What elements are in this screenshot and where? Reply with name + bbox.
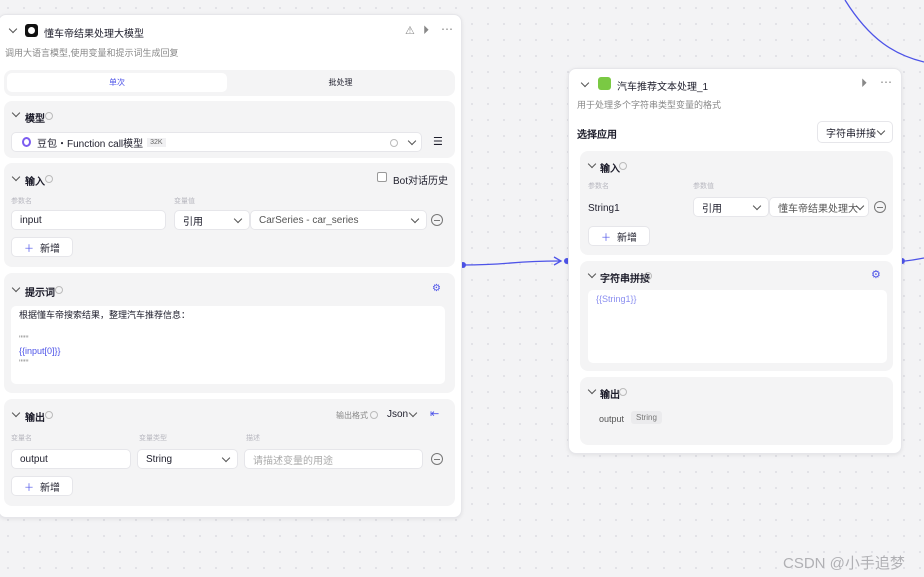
text-process-node[interactable]: 汽车推荐文本处理_1 ⏵ ⋯ 用于处理多个字符串类型变量的格式 选择应用 字符串… — [568, 68, 902, 454]
chevron-down-icon[interactable] — [11, 283, 21, 293]
col-type: 变量类型 — [139, 435, 167, 442]
col-name: 变量名 — [11, 435, 32, 442]
plus-icon: ＋ — [24, 243, 34, 255]
input-section: 输入 Bot对话历史 参数名 变量值 input 引用 CarSeries - … — [4, 163, 455, 267]
col-desc: 描述 — [246, 435, 260, 442]
history-checkbox[interactable] — [377, 172, 387, 182]
warning-off-icon[interactable]: ⚠ — [405, 24, 415, 37]
info-icon — [45, 112, 53, 120]
remove-icon[interactable] — [431, 214, 443, 226]
param-name-input[interactable]: input — [11, 210, 166, 230]
prompt-variable: {{input[0]}} — [19, 346, 61, 356]
section-title: 输出 — [600, 390, 620, 401]
output-name: output — [599, 414, 625, 424]
prompt-line — [19, 321, 437, 333]
settings-sliders-icon[interactable]: ☰ — [433, 135, 443, 148]
section-title: 输入 — [600, 164, 620, 175]
node-description: 用于处理多个字符串类型变量的格式 — [577, 100, 722, 110]
variable-ref-select[interactable]: 懂车帝结果处理大 — [769, 197, 869, 217]
prompt-line: """ — [19, 334, 29, 344]
info-icon — [45, 175, 53, 183]
settings-gear-icon[interactable]: ⚙ — [871, 268, 881, 281]
app-label: 选择应用 — [577, 130, 617, 141]
more-icon[interactable]: ⋯ — [441, 22, 453, 36]
model-select[interactable]: 豆包・Function call模型 32K — [11, 132, 422, 152]
section-title: 字符串拼接 — [600, 274, 650, 285]
concat-editor[interactable]: {{String1}} — [588, 290, 887, 363]
remove-icon[interactable] — [431, 453, 443, 465]
doubao-logo-icon — [22, 137, 31, 147]
collapse-chevron-icon[interactable] — [580, 78, 590, 88]
node-title: 懂车帝结果处理大模型 — [44, 29, 144, 40]
info-icon — [55, 286, 63, 294]
tab-single[interactable]: 单次 — [7, 73, 227, 92]
add-output-button[interactable]: ＋新增 — [11, 476, 73, 496]
concat-section: 字符串拼接 ⚙ {{String1}} — [580, 261, 893, 371]
info-icon[interactable] — [390, 139, 398, 147]
chevron-down-icon[interactable] — [587, 385, 597, 395]
prompt-section: 提示词 ⚙ 根据懂车帝搜索结果，整理汽车推荐信息： """ {{input[0]… — [4, 273, 455, 393]
mode-tabs: 单次 批处理 — [4, 70, 455, 96]
llm-node[interactable]: 懂车帝结果处理大模型 ⚠ ⏵ ⋯ 调用大语言模型,使用变量和提示词生成回复 单次… — [0, 14, 462, 518]
model-name: 豆包・Function call模型 — [37, 138, 144, 150]
edge-right — [904, 257, 924, 262]
context-badge: 32K — [147, 137, 166, 147]
info-icon — [619, 388, 627, 396]
chevron-down-icon[interactable] — [408, 408, 418, 418]
plus-icon: ＋ — [24, 482, 34, 494]
chevron-down-icon[interactable] — [11, 172, 21, 182]
node-description: 调用大语言模型,使用变量和提示词生成回复 — [5, 48, 179, 58]
model-section: 模型 豆包・Function call模型 32K ☰ — [4, 101, 455, 158]
history-label: Bot对话历史 — [393, 176, 449, 187]
info-icon — [370, 411, 378, 419]
plus-icon: ＋ — [601, 232, 611, 244]
edge-llm-to-text — [462, 260, 561, 266]
node-logo-icon — [25, 24, 38, 37]
text-node-icon — [598, 77, 611, 90]
node-title: 汽车推荐文本处理_1 — [617, 82, 709, 93]
chevron-down-icon[interactable] — [11, 408, 21, 418]
tab-batch[interactable]: 批处理 — [229, 73, 452, 92]
input-section: 输入 参数名 参数值 String1 引用 懂车帝结果处理大 ＋新增 — [580, 151, 893, 255]
format-label: 输出格式 — [336, 411, 368, 420]
section-title: 输入 — [25, 177, 45, 188]
prompt-line: """ — [19, 358, 29, 368]
run-icon[interactable]: ⏵ — [423, 23, 429, 38]
col-value: 参数值 — [693, 183, 714, 190]
info-icon — [644, 272, 652, 280]
section-title: 输出 — [25, 413, 45, 424]
output-name-input[interactable]: output — [11, 449, 131, 469]
edge-top — [844, 0, 924, 63]
prompt-editor[interactable]: 根据懂车帝搜索结果，整理汽车推荐信息： """ {{input[0]}} """ — [11, 306, 445, 384]
chevron-down-icon[interactable] — [587, 269, 597, 279]
add-input-button[interactable]: ＋新增 — [588, 226, 650, 246]
import-icon[interactable]: ⇤ — [430, 407, 439, 420]
chevron-down-icon[interactable] — [587, 159, 597, 169]
more-icon[interactable]: ⋯ — [880, 75, 892, 89]
col-name: 参数名 — [588, 183, 609, 190]
remove-icon[interactable] — [874, 201, 886, 213]
chevron-down-icon[interactable] — [11, 108, 21, 118]
col-name: 参数名 — [11, 198, 32, 205]
prompt-library-icon[interactable]: ⚙ — [432, 283, 441, 294]
add-input-button[interactable]: ＋新增 — [11, 237, 73, 257]
prompt-line: 根据懂车帝搜索结果，整理汽车推荐信息： — [19, 310, 191, 320]
run-icon[interactable]: ⏵ — [861, 76, 867, 91]
output-section: 输出 output String — [580, 377, 893, 445]
output-desc-input[interactable]: 请描述变量的用途 — [244, 449, 423, 469]
section-title: 模型 — [25, 114, 45, 125]
col-value: 变量值 — [174, 198, 195, 205]
watermark: CSDN @小手追梦 — [783, 555, 905, 572]
collapse-chevron-icon[interactable] — [8, 24, 18, 34]
info-icon — [619, 162, 627, 170]
output-type-badge: String — [631, 411, 662, 424]
section-title: 提示词 — [25, 288, 55, 299]
param-name: String1 — [588, 203, 620, 214]
format-select[interactable]: Json — [387, 409, 408, 420]
output-section: 输出 输出格式 Json ⇤ 变量名 变量类型 描述 output String… — [4, 399, 455, 506]
variable-ref-select[interactable]: CarSeries - car_series — [250, 210, 427, 230]
info-icon — [45, 411, 53, 419]
